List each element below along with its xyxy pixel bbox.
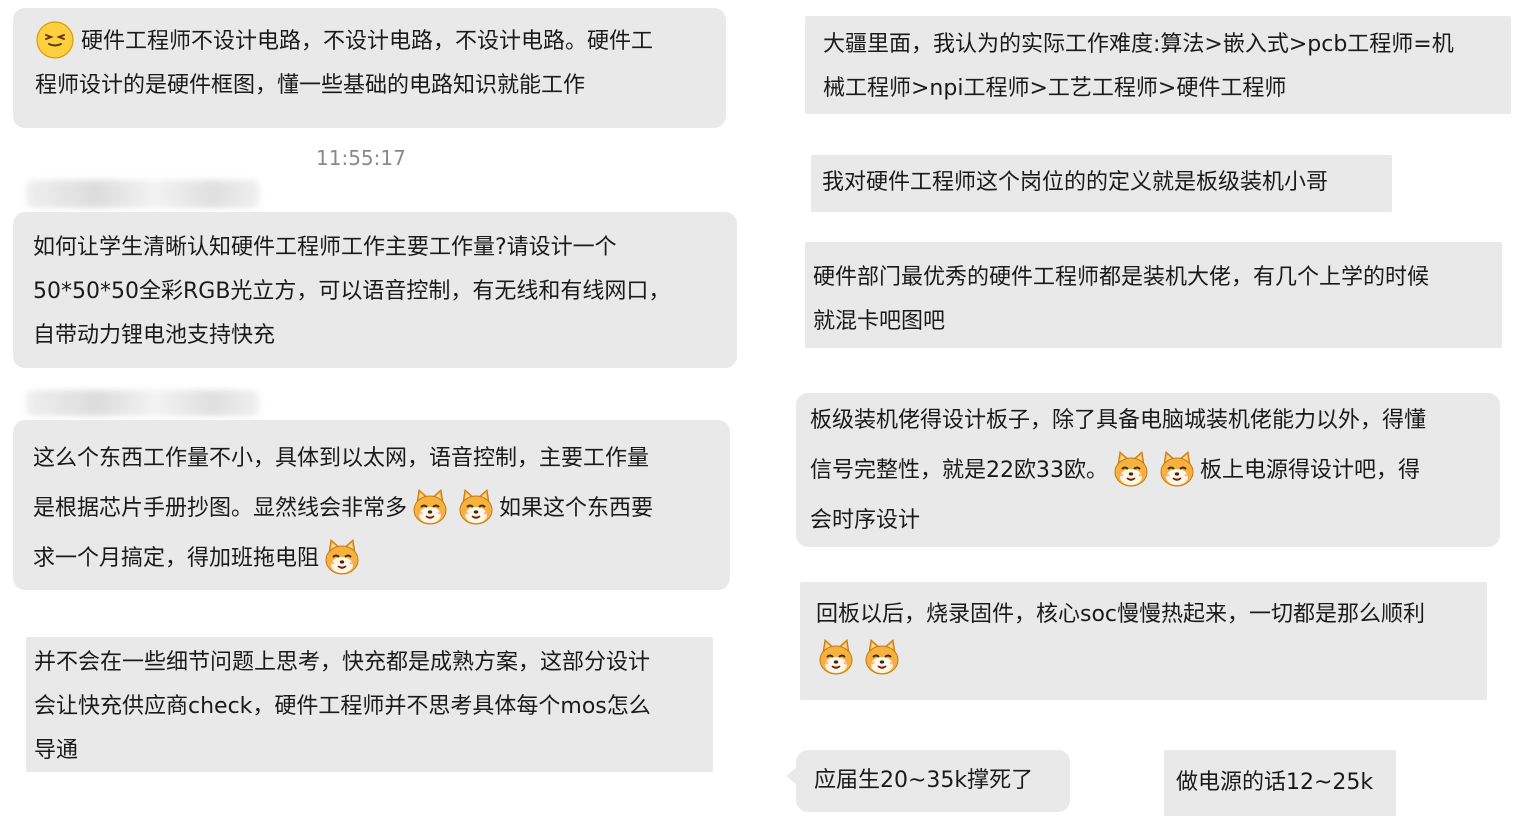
message-timestamp: 11:55:17 [316,146,406,170]
right-message-2: 我对硬件工程师这个岗位的的定义就是板级装机小哥 [811,155,1392,212]
right-message-6-line1: 应届生20~35k撑死了 [814,768,1034,793]
right-message-3: 硬件部门最优秀的硬件工程师都是装机大佬，有几个上学的时候 就混卡吧图吧 [805,242,1502,348]
left-message-2-line1: 如何让学生清晰认知硬件工程师工作主要工作量?请设计一个 [33,235,617,260]
left-message-3-line1: 这么个东西工作量不小，具体到以太网，语音控制，主要工作量 [33,446,650,471]
shiba-emoji-icon [816,637,856,677]
shiba-emoji-icon [410,487,450,527]
left-message-2-line3: 自带动力锂电池支持快充 [33,323,276,348]
left-message-1-line2: 程师设计的是硬件框图，懂一些基础的电路知识就能工作 [35,73,586,98]
right-message-3-line2: 就混卡吧图吧 [813,309,946,334]
left-message-3: 这么个东西工作量不小，具体到以太网，语音控制，主要工作量 是根据芯片手册抄图。显… [13,420,730,590]
right-message-5: 回板以后，烧录固件，核心soc慢慢热起来，一切都是那么顺利 [800,582,1487,700]
left-message-4: 并不会在一些细节问题上思考，快充都是成熟方案，这部分设计 会让快充供应商chec… [26,637,713,772]
left-message-1: 硬件工程师不设计电路，不设计电路，不设计电路。硬件工 程师设计的是硬件框图，懂一… [13,8,726,128]
grin-emoji-icon [35,20,75,60]
left-message-4-line2: 会让快充供应商check，硬件工程师并不思考具体每个mos怎么 [34,694,651,719]
shiba-emoji-icon [322,537,362,577]
shiba-emoji-icon [1111,449,1151,489]
left-message-2-line2: 50*50*50全彩RGB光立方，可以语音控制，有无线和有线网口， [33,279,671,304]
right-message-1: 大疆里面，我认为的实际工作难度:算法>嵌入式>pcb工程师=机 械工程师>npi… [805,16,1511,114]
shiba-emoji-icon [862,637,902,677]
shiba-emoji-icon [1157,449,1197,489]
shiba-emoji-icon [456,487,496,527]
right-message-3-line1: 硬件部门最优秀的硬件工程师都是装机大佬，有几个上学的时候 [813,265,1430,290]
right-message-4-line1: 板级装机佬得设计板子，除了具备电脑城装机佬能力以外，得懂 [810,408,1427,433]
left-message-4-line1: 并不会在一些细节问题上思考，快充都是成熟方案，这部分设计 [34,650,651,675]
left-message-1-line1: 硬件工程师不设计电路，不设计电路，不设计电路。硬件工 [81,29,654,54]
left-message-2: 如何让学生清晰认知硬件工程师工作主要工作量?请设计一个 50*50*50全彩RG… [13,212,737,368]
right-message-2-line1: 我对硬件工程师这个岗位的的定义就是板级装机小哥 [822,170,1329,195]
bubble-tail [786,768,796,784]
blurred-username [26,180,260,208]
right-message-6: 应届生20~35k撑死了 [796,750,1070,812]
right-message-1-line1: 大疆里面，我认为的实际工作难度:算法>嵌入式>pcb工程师=机 [823,32,1454,57]
right-message-5-line1: 回板以后，烧录固件，核心soc慢慢热起来，一切都是那么顺利 [816,602,1426,627]
right-message-7: 做电源的话12~25k [1164,750,1396,816]
left-message-3-line3: 求一个月搞定，得加班拖电阻 [33,546,320,571]
right-message-4-line3: 会时序设计 [810,508,921,533]
left-message-4-line3: 导通 [34,738,79,763]
left-message-3-line2a: 是根据芯片手册抄图。显然线会非常多 [33,496,408,521]
right-message-4: 板级装机佬得设计板子，除了具备电脑城装机佬能力以外，得懂 信号完整性，就是22欧… [796,393,1500,547]
left-message-3-line2b: 如果这个东西要 [499,496,654,521]
right-message-4-line2b: 板上电源得设计吧，得 [1200,458,1421,483]
right-message-1-line2: 械工程师>npi工程师>工艺工程师>硬件工程师 [823,76,1287,101]
blurred-username [26,390,260,416]
right-message-4-line2a: 信号完整性，就是22欧33欧。 [810,458,1108,483]
right-message-7-line1: 做电源的话12~25k [1176,770,1374,795]
